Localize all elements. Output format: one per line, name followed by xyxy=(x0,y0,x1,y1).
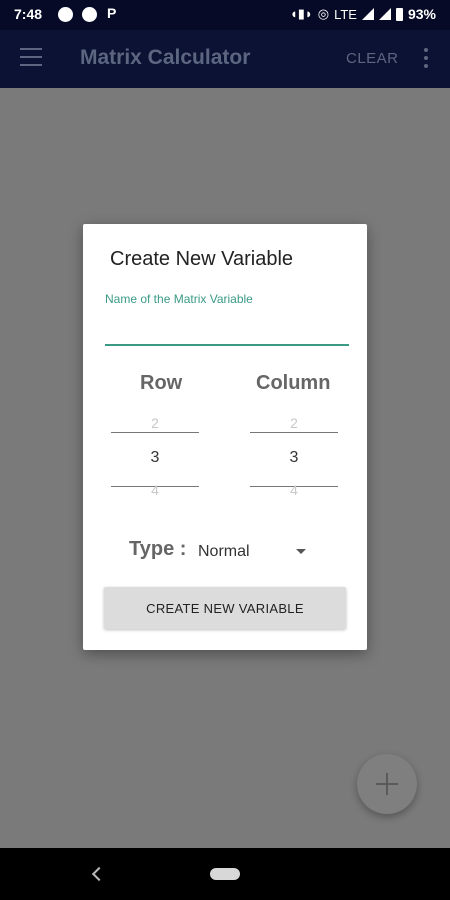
hotspot-icon: ◎ xyxy=(317,6,330,21)
plus-icon xyxy=(376,773,398,795)
network-type: LTE xyxy=(334,6,357,22)
status-bar: 7:48 P ◖▮◗ ◎ LTE 93% xyxy=(0,0,450,30)
picker-divider xyxy=(250,432,338,433)
messenger-icon xyxy=(58,7,73,22)
dropdown-arrow-icon xyxy=(296,549,306,554)
status-indicators: ◖▮◗ ◎ LTE 93% xyxy=(290,6,436,22)
name-field-label: Name of the Matrix Variable xyxy=(105,292,253,306)
create-variable-dialog: Create New Variable Name of the Matrix V… xyxy=(83,224,367,650)
column-current-value[interactable]: 3 xyxy=(250,449,338,467)
type-dropdown[interactable]: Normal xyxy=(197,541,309,563)
parking-icon: P xyxy=(107,5,117,21)
variable-name-input[interactable] xyxy=(105,316,349,346)
signal-icon-2 xyxy=(378,8,391,20)
column-heading: Column xyxy=(256,372,331,394)
app-bar: Matrix Calculator CLEAR xyxy=(0,30,450,88)
menu-icon[interactable] xyxy=(20,48,42,68)
row-number-picker[interactable]: 2 3 4 xyxy=(111,412,199,498)
row-next-value[interactable]: 4 xyxy=(111,482,199,498)
vibrate-icon: ◖▮◗ xyxy=(289,6,313,21)
column-next-value[interactable]: 4 xyxy=(250,482,338,498)
battery-percent: 93% xyxy=(407,6,436,22)
type-selected-value: Normal xyxy=(198,543,250,560)
navigation-bar xyxy=(0,848,450,900)
column-number-picker[interactable]: 2 3 4 xyxy=(250,412,338,498)
row-heading: Row xyxy=(140,372,183,394)
row-current-value[interactable]: 3 xyxy=(111,449,199,467)
battery-icon xyxy=(395,7,403,21)
type-label: Type : xyxy=(129,538,187,560)
app-title: Matrix Calculator xyxy=(80,46,251,69)
signal-icon xyxy=(361,8,374,20)
dialog-title: Create New Variable xyxy=(110,248,294,270)
add-fab-button[interactable] xyxy=(357,754,417,814)
column-prev-value[interactable]: 2 xyxy=(250,415,338,431)
home-pill[interactable] xyxy=(210,868,240,880)
status-time: 7:48 xyxy=(14,6,43,22)
back-icon[interactable] xyxy=(91,866,107,882)
overflow-menu-icon[interactable] xyxy=(424,48,428,68)
clear-button[interactable]: CLEAR xyxy=(346,50,399,67)
create-variable-button[interactable]: CREATE NEW VARIABLE xyxy=(104,587,346,629)
row-prev-value[interactable]: 2 xyxy=(111,415,199,431)
picker-divider xyxy=(111,432,199,433)
telegram-icon xyxy=(82,7,97,22)
